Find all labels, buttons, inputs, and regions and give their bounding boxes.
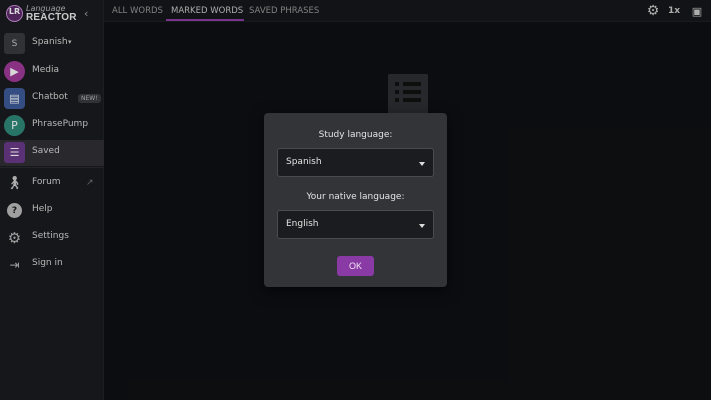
study-language-label: Study language:: [318, 130, 393, 140]
chevron-down-icon: [419, 224, 425, 228]
study-language-value: Spanish: [286, 157, 322, 167]
native-language-select[interactable]: English: [277, 210, 434, 239]
app: Language REACTOR ‹ S Spanish ▾ ▶ Media ▤…: [0, 0, 711, 400]
ok-button[interactable]: OK: [337, 256, 374, 276]
study-language-select[interactable]: Spanish: [277, 148, 434, 177]
language-setup-dialog: Study language: Spanish Your native lang…: [264, 113, 447, 287]
native-language-label: Your native language:: [306, 192, 405, 202]
chevron-down-icon: [419, 162, 425, 166]
native-language-value: English: [286, 219, 319, 229]
